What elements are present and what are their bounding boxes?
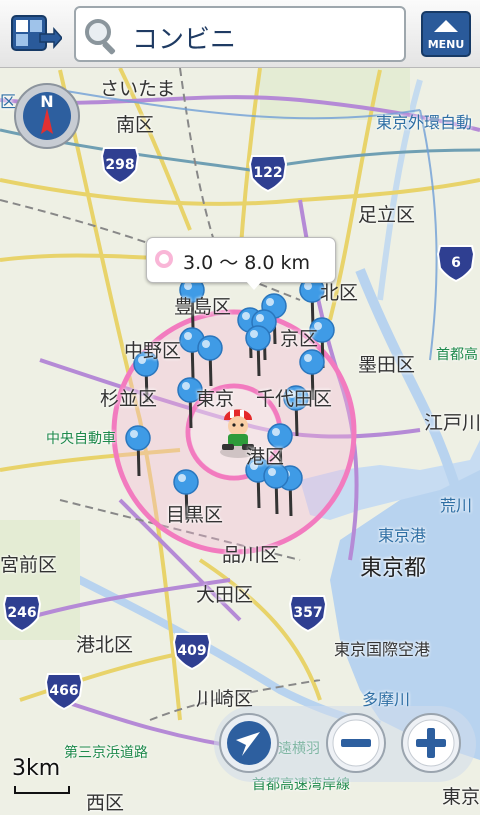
search-query: コンビニ xyxy=(132,25,237,55)
map-label: 杉並区 xyxy=(100,388,158,410)
map-label: さいたま xyxy=(100,78,176,100)
compass-north-letter: N xyxy=(40,92,54,111)
range-dot-icon xyxy=(155,250,173,268)
map-label: 東京 xyxy=(196,388,235,410)
menu-button[interactable]: MENU xyxy=(416,8,476,60)
map-label: 大田区 xyxy=(196,584,254,606)
route-shield: 298 xyxy=(100,146,140,185)
top-bar: コンビニ MENU xyxy=(0,0,480,68)
map-label: 宮前区 xyxy=(0,554,58,576)
map-label: 東京国際空港 xyxy=(334,640,431,659)
map-label: 荒川 xyxy=(440,496,473,515)
scale-bar xyxy=(14,786,70,794)
map-scale: 3km xyxy=(12,756,70,794)
search-icon xyxy=(85,19,116,55)
route-number: 298 xyxy=(105,157,135,173)
map-label: 中央自動車 xyxy=(46,431,116,447)
plus-icon xyxy=(401,713,461,773)
map-layer-icon xyxy=(11,15,64,51)
route-shield: 6 xyxy=(436,244,476,283)
zoom-out-button[interactable] xyxy=(325,712,387,774)
map-label: 豊島区 xyxy=(174,296,232,318)
route-shield: 357 xyxy=(288,594,328,633)
map-label: 東京港 xyxy=(378,526,427,545)
route-number: 246 xyxy=(7,605,37,621)
map-label: 中野区 xyxy=(124,340,182,362)
scale-label: 3km xyxy=(12,756,61,781)
route-shield: 466 xyxy=(44,672,84,711)
route-number: 409 xyxy=(177,643,207,659)
range-text: 3.0 ～ 8.0 km xyxy=(183,252,311,274)
route-shield: 122 xyxy=(248,154,288,193)
map-label: 東京 xyxy=(442,786,480,808)
map-label: 首都高 xyxy=(436,347,478,363)
layer-switch-button[interactable] xyxy=(6,8,64,60)
map-label: 港北区 xyxy=(76,634,134,656)
compass-button[interactable]: N xyxy=(13,82,81,150)
map-label: 第三京浜道路 xyxy=(64,745,148,761)
map-label: 南区 xyxy=(116,114,155,136)
map-label: 品川区 xyxy=(222,544,280,566)
map-label: 千代田区 xyxy=(256,388,333,410)
range-callout[interactable]: 3.0 ～ 8.0 km xyxy=(146,237,336,290)
search-field[interactable]: コンビニ xyxy=(74,6,406,62)
route-number: 122 xyxy=(253,165,283,181)
map-label: 東京外環自動 xyxy=(376,113,473,132)
route-number: 6 xyxy=(451,255,461,271)
callout-tail xyxy=(245,280,263,290)
route-number: 466 xyxy=(49,683,79,699)
route-shield: 409 xyxy=(172,632,212,671)
map-label: 江戸川 xyxy=(424,412,480,434)
location-arrow-icon xyxy=(219,713,279,773)
route-number: 357 xyxy=(293,605,323,621)
map-label: 京区 xyxy=(280,328,319,350)
map-label: 墨田区 xyxy=(358,354,416,376)
route-shield: 246 xyxy=(2,594,42,633)
map-label: 港区 xyxy=(246,446,285,468)
minus-icon xyxy=(326,713,386,773)
zoom-in-button[interactable] xyxy=(400,712,462,774)
map-label: 西区 xyxy=(86,792,125,814)
menu-label: MENU xyxy=(427,38,465,51)
current-location-button[interactable] xyxy=(218,712,280,774)
map-label: 足立区 xyxy=(358,204,416,226)
map-label: 東京都 xyxy=(360,556,427,581)
map-label: 目黒区 xyxy=(166,504,224,526)
menu-icon xyxy=(421,11,471,57)
